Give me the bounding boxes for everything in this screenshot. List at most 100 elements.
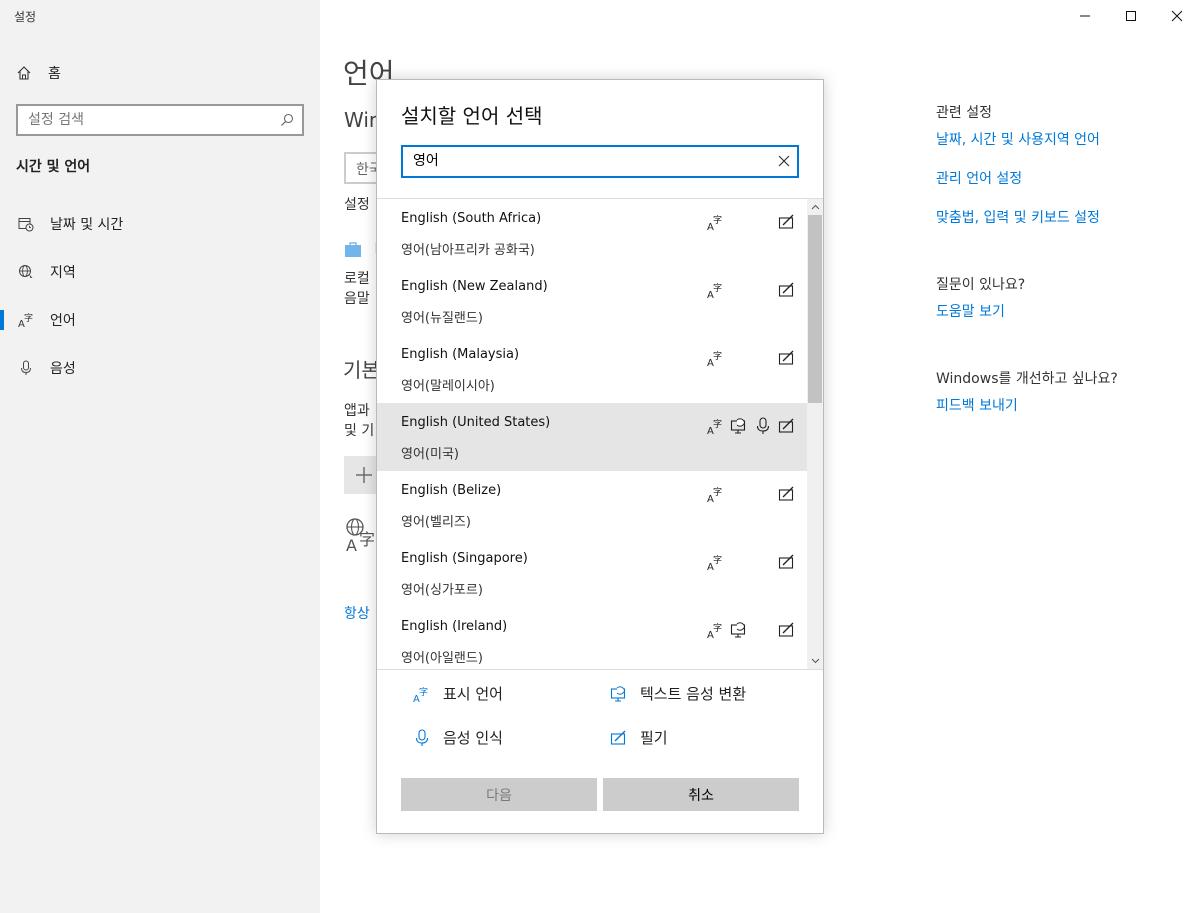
dialog-title: 설치할 언어 선택 (401, 104, 543, 128)
svg-text:字: 字 (419, 686, 428, 698)
legend-handwriting: 필기 (610, 727, 668, 748)
display-language-icon: A字 (707, 418, 722, 435)
language-row[interactable]: English (South Africa) 영어(남아프리카 공화국) A字 (377, 199, 807, 267)
speech-recognition-icon (415, 728, 429, 746)
legend-label: 표시 언어 (443, 685, 503, 703)
get-help-link[interactable]: 도움말 보기 (936, 301, 1005, 321)
display-language-icon: A字 (707, 350, 722, 367)
handwriting-icon (778, 282, 794, 297)
svg-text:字: 字 (713, 418, 722, 430)
section-title: 시간 및 언어 (16, 159, 91, 175)
settings-search-input[interactable] (28, 112, 268, 128)
language-search-input[interactable] (413, 152, 753, 168)
related-settings-heading: 관련 설정 (936, 105, 992, 121)
date-time-region-link[interactable]: 날짜, 시간 및 사용지역 언어 (936, 129, 1100, 149)
display-language-icon: A字 (707, 486, 722, 503)
language-native-name: 영어(뉴질랜드) (401, 311, 483, 326)
cancel-button[interactable]: 취소 (603, 778, 799, 811)
language-native-name: 영어(아일랜드) (401, 651, 483, 666)
local-fragment: 로컬 (344, 271, 370, 287)
spelling-typing-keyboard-link[interactable]: 맞춤법, 입력 및 키보드 설정 (936, 207, 1100, 227)
display-language-icon: A字 (413, 686, 428, 703)
scroll-up-button[interactable] (807, 199, 823, 215)
legend-speech-recognition: 음성 인식 (413, 727, 503, 748)
chevron-up-icon (811, 204, 819, 210)
app-title: 설정 (14, 10, 37, 24)
sidebar-item-speech[interactable]: 음성 (0, 348, 320, 388)
language-native-name: 영어(남아프리카 공화국) (401, 243, 535, 258)
handwriting-icon (778, 622, 794, 637)
svg-text:字: 字 (713, 214, 722, 226)
admin-language-settings-link[interactable]: 관리 언어 설정 (936, 168, 1022, 188)
sidebar-item-language[interactable]: A 字 언어 (0, 300, 320, 340)
language-native-name: 영어(말레이시아) (401, 379, 495, 394)
sidebar-item-label: 음성 (50, 361, 76, 377)
legend-label: 텍스트 음성 변환 (640, 685, 747, 703)
improve-windows-heading: Windows를 개선하고 싶나요? (936, 371, 1118, 387)
language-native-name: 영어(미국) (401, 447, 459, 462)
language-english-name: English (Singapore) (401, 551, 528, 566)
language-row[interactable]: English (Malaysia) 영어(말레이시아) A字 (377, 335, 807, 403)
maximize-icon (1126, 11, 1136, 21)
home-icon (17, 66, 31, 80)
language-globe-icon: A 字 (345, 517, 377, 557)
language-english-name: English (United States) (401, 415, 551, 430)
svg-text:A: A (346, 536, 357, 553)
home-label: 홈 (48, 66, 61, 82)
sidebar-item-date-time[interactable]: 날짜 및 시간 (0, 204, 320, 244)
calendar-clock-icon (16, 214, 36, 234)
language-row-selected[interactable]: English (United States) 영어(미국) A字 (377, 403, 823, 471)
handwriting-icon (778, 554, 794, 569)
language-english-name: English (Ireland) (401, 619, 508, 634)
language-search-box[interactable] (401, 145, 799, 178)
sound-fragment: 음말 (344, 291, 370, 307)
display-language-icon: A字 (707, 214, 722, 231)
language-list[interactable]: English (South Africa) 영어(남아프리카 공화국) A字 … (377, 198, 823, 670)
legend-display-language: A字 표시 언어 (413, 683, 503, 704)
language-row[interactable]: English (Singapore) 영어(싱가포르) A字 (377, 539, 807, 607)
microphone-icon (16, 358, 36, 378)
display-language-icon: A字 (707, 282, 722, 299)
list-scrollbar[interactable] (807, 199, 823, 669)
sidebar-item-region[interactable]: 지역 (0, 252, 320, 292)
scrollbar-thumb[interactable] (808, 215, 822, 403)
settings-fragment: 설정 (344, 197, 370, 213)
handwriting-icon (778, 486, 794, 501)
handwriting-icon (778, 350, 794, 365)
legend-label: 필기 (640, 729, 668, 747)
give-feedback-link[interactable]: 피드백 보내기 (936, 395, 1018, 415)
globe-region-icon (16, 262, 36, 282)
home-nav-item[interactable]: 홈 (16, 62, 61, 84)
next-button[interactable]: 다음 (401, 778, 597, 811)
clear-search-icon[interactable] (778, 155, 790, 167)
display-language-icon: A字 (707, 622, 722, 639)
handwriting-icon (610, 730, 626, 745)
language-native-name: 영어(싱가포르) (401, 583, 483, 598)
language-native-name: 영어(벨리즈) (401, 515, 471, 530)
legend-label: 음성 인식 (443, 729, 503, 747)
language-english-name: English (South Africa) (401, 211, 542, 226)
language-english-name: English (New Zealand) (401, 279, 548, 294)
apps-fragment: 앱과 (344, 403, 370, 419)
sidebar-item-label: 언어 (50, 313, 76, 329)
close-window-button[interactable] (1154, 0, 1200, 32)
question-heading: 질문이 있나요? (936, 277, 1026, 293)
svg-text:字: 字 (359, 530, 375, 549)
plus-icon (356, 467, 372, 483)
language-row[interactable]: English (Belize) 영어(벨리즈) A字 (377, 471, 807, 539)
language-row[interactable]: English (New Zealand) 영어(뉴질랜드) A字 (377, 267, 807, 335)
search-icon[interactable] (280, 113, 294, 127)
chevron-down-icon (811, 658, 819, 664)
handwriting-icon (778, 214, 794, 229)
sidebar: 설정 홈 시간 및 언어 날짜 및 시간 (0, 0, 320, 913)
maximize-button[interactable] (1108, 0, 1154, 32)
choose-language-dialog: 설치할 언어 선택 English (South Africa) 영어(남아프리… (376, 79, 824, 834)
language-row[interactable]: English (Ireland) 영어(아일랜드) A字 (377, 607, 807, 669)
minimize-button[interactable] (1062, 0, 1108, 32)
language-english-name: English (Belize) (401, 483, 502, 498)
speech-recognition-icon (756, 417, 770, 434)
scroll-down-button[interactable] (807, 653, 823, 669)
settings-search-box[interactable] (16, 104, 304, 136)
always-link-fragment[interactable]: 항상 (344, 603, 370, 623)
svg-text:字: 字 (713, 282, 722, 294)
